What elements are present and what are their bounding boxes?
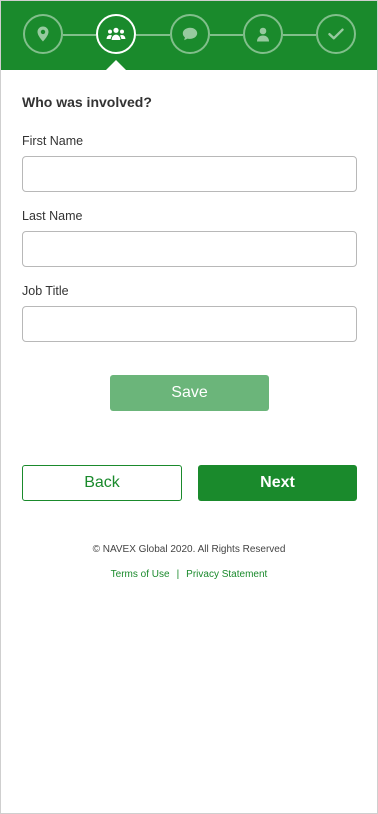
step-connector [136,34,170,36]
step-connector [63,34,96,36]
step-comments[interactable] [170,14,210,54]
terms-of-use-link[interactable]: Terms of Use [111,569,170,580]
first-name-input[interactable] [22,156,357,192]
person-icon [257,27,269,41]
speech-bubble-icon [182,27,198,41]
next-button[interactable]: Next [198,465,357,501]
step-review[interactable] [316,14,356,54]
footer-links: Terms of Use | Privacy Statement [1,569,377,580]
copyright-text: © NAVEX Global 2020. All Rights Reserved [92,544,286,555]
page-frame: Who was involved? First Name Last Name J… [0,0,378,814]
step-connector [210,34,243,36]
step-connector [283,34,316,36]
job-title-input[interactable] [22,306,357,342]
back-button[interactable]: Back [22,465,182,501]
step-people[interactable] [96,14,136,54]
form-heading: Who was involved? [22,94,152,110]
footer-separator: | [176,569,180,580]
location-pin-icon [37,26,49,42]
checkmark-icon [328,28,344,40]
last-name-label: Last Name [22,209,83,223]
active-step-pointer [105,60,127,71]
people-icon [106,27,126,40]
save-button[interactable]: Save [110,375,269,411]
first-name-label: First Name [22,134,84,148]
progress-stepper [1,1,377,70]
step-location[interactable] [23,14,63,54]
privacy-statement-link[interactable]: Privacy Statement [186,569,267,580]
step-person[interactable] [243,14,283,54]
job-title-label: Job Title [22,284,69,298]
last-name-input[interactable] [22,231,357,267]
